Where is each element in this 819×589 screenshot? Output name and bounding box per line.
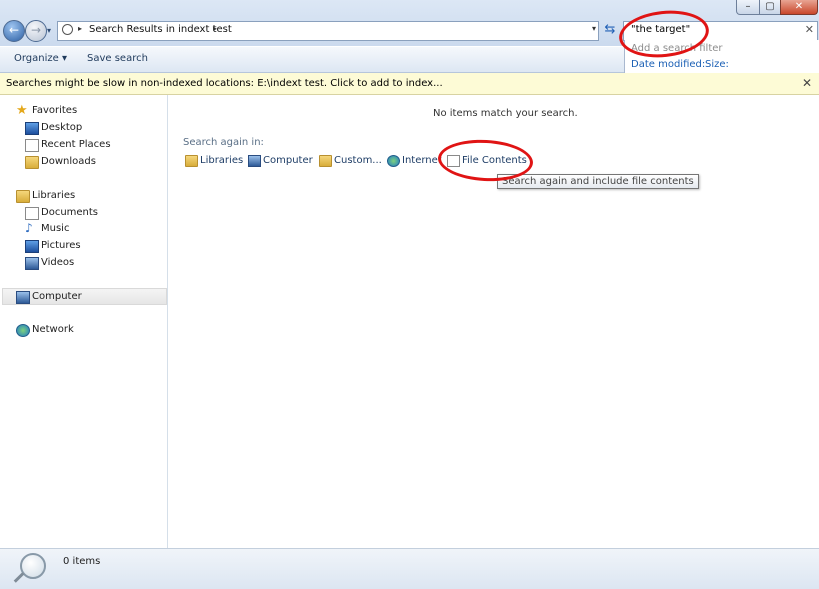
downloads-folder-icon (25, 156, 39, 169)
clear-search-button[interactable]: ✕ (805, 23, 814, 36)
breadcrumb-separator[interactable]: ▸ (213, 24, 217, 33)
documents-icon (25, 207, 39, 220)
info-bar[interactable]: Searches might be slow in non-indexed lo… (0, 73, 819, 95)
search-input[interactable]: "the target" ✕ (623, 21, 818, 41)
address-bar[interactable]: ▸ Search Results in indext test ▸ ▾ (57, 21, 599, 41)
navigation-pane: ★ Favorites Desktop Recent Places Downlo… (0, 95, 168, 548)
breadcrumb-current[interactable]: Search Results in indext test (89, 24, 232, 35)
pictures-icon (25, 240, 39, 253)
search-icon (62, 24, 73, 35)
status-bar: 0 items (0, 548, 819, 589)
custom-folder-icon (319, 155, 332, 167)
minimize-button[interactable]: – (736, 0, 760, 15)
forward-button[interactable]: → (25, 20, 47, 42)
results-pane: No items match your search. Search again… (168, 95, 819, 548)
empty-results-message: No items match your search. (433, 108, 578, 119)
computer-icon (248, 155, 261, 167)
organize-button[interactable]: Organize ▾ (14, 53, 67, 64)
filter-date-modified[interactable]: Date modified: (631, 59, 705, 70)
videos-icon (25, 257, 39, 270)
search-filter-dropdown: Add a search filter Date modified: Size: (624, 40, 819, 74)
computer-icon (16, 291, 30, 304)
libraries-icon (185, 155, 198, 167)
search-input-value[interactable]: "the target" (631, 24, 690, 35)
item-count: 0 items (63, 556, 101, 567)
save-search-button[interactable]: Save search (87, 53, 148, 64)
recent-pages-dropdown[interactable]: ▾ (47, 26, 51, 35)
magnifier-icon (20, 553, 46, 579)
refresh-button[interactable]: ⇆ (601, 21, 619, 39)
address-dropdown[interactable]: ▾ (592, 24, 596, 33)
search-filter-hint: Add a search filter (631, 43, 723, 54)
desktop-icon (25, 122, 39, 135)
magnifier-handle (13, 572, 25, 583)
back-button[interactable]: ← (3, 20, 25, 42)
libraries-icon (16, 190, 30, 203)
command-bar: Organize ▾ Save search (0, 47, 624, 73)
recent-places-icon (25, 139, 39, 152)
file-contents-icon (447, 155, 460, 167)
breadcrumb-separator[interactable]: ▸ (78, 24, 82, 33)
maximize-button[interactable]: ▢ (759, 0, 781, 15)
star-icon: ★ (16, 103, 28, 118)
internet-explorer-icon (387, 155, 400, 167)
close-window-button[interactable]: ✕ (780, 0, 818, 15)
file-contents-tooltip: Search again and include file contents (497, 174, 699, 189)
info-bar-close-button[interactable]: ✕ (802, 76, 812, 90)
music-note-icon: ♪ (25, 221, 33, 235)
refresh-icon: ⇆ (604, 22, 616, 37)
arrow-right-icon: → (30, 23, 42, 37)
filter-size[interactable]: Size: (705, 59, 729, 70)
network-icon (16, 324, 30, 337)
search-again-label: Search again in: (183, 137, 264, 148)
arrow-left-icon: ← (8, 23, 20, 37)
info-bar-message[interactable]: Searches might be slow in non-indexed lo… (6, 78, 443, 89)
